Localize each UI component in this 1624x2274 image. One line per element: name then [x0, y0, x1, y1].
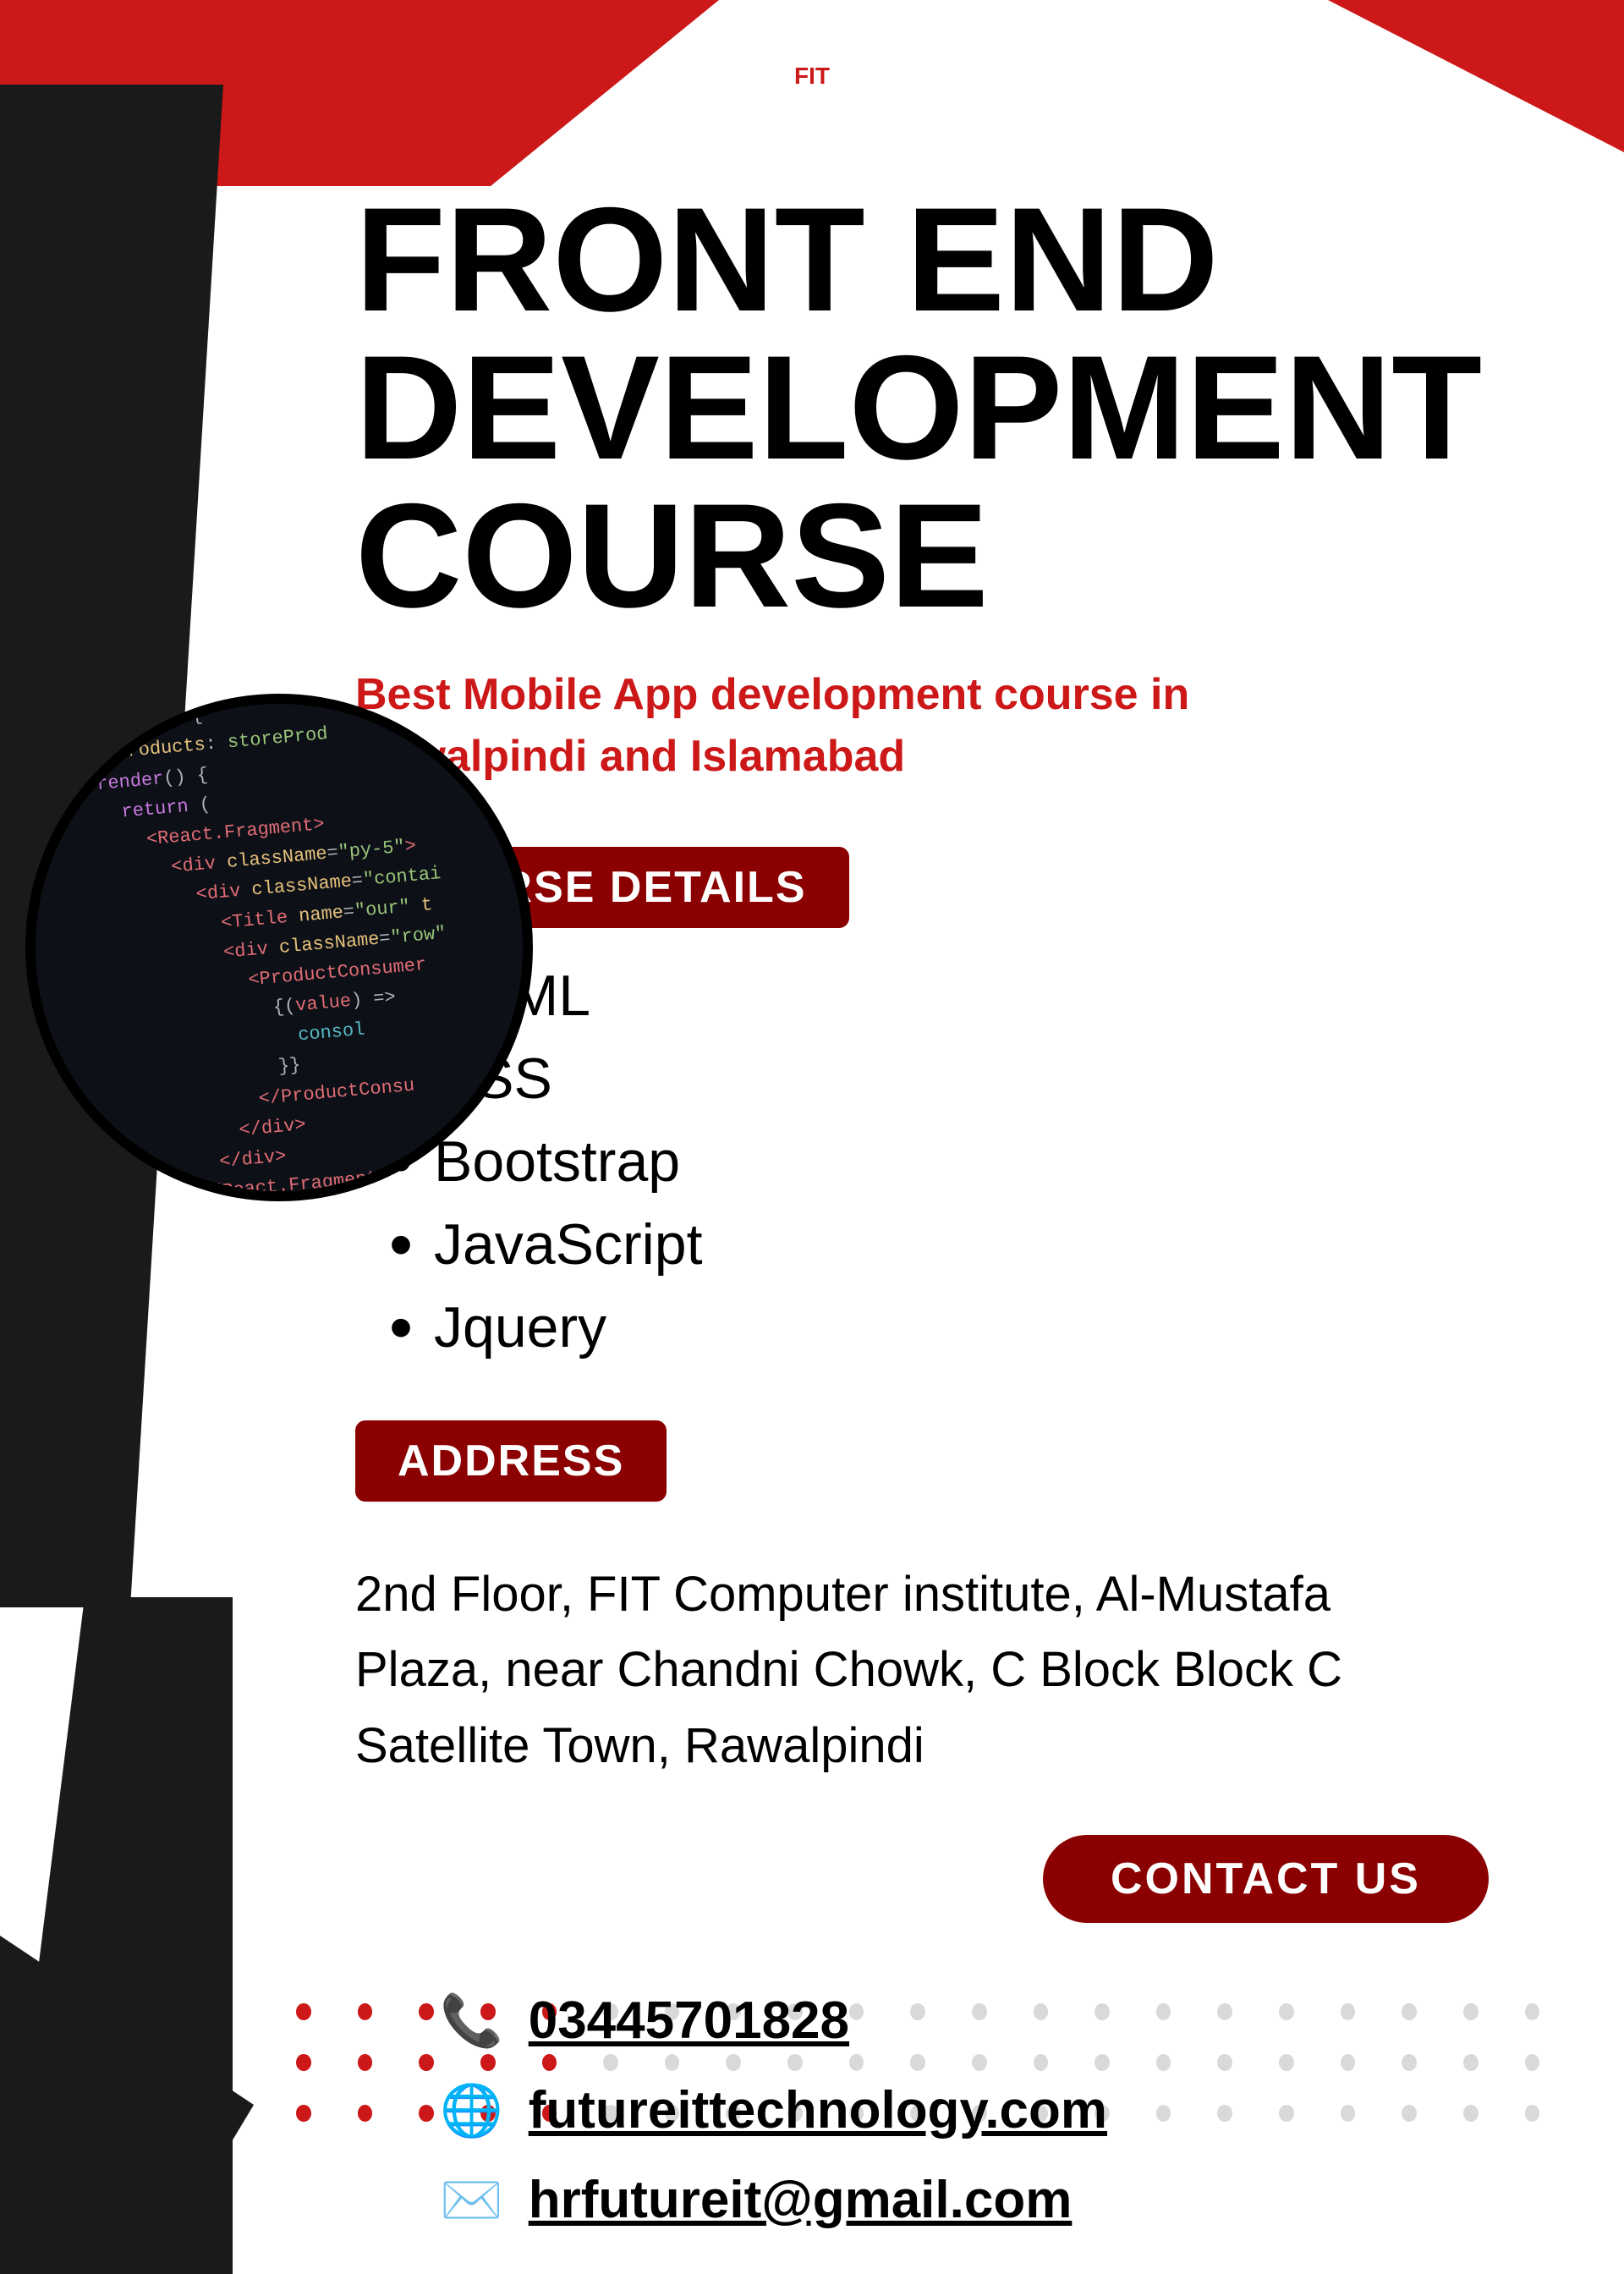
dot: [296, 2105, 311, 2122]
email-address[interactable]: hrfutureit@gmail.com: [529, 2170, 1073, 2230]
list-item: HTML: [389, 962, 1573, 1030]
code-preview-circle: react{ products: storeProd render() { re…: [25, 694, 533, 1201]
logo: FIT: [761, 25, 863, 127]
title-line3: COURSE: [355, 482, 1573, 630]
list-item-label: JavaScript: [434, 1211, 702, 1277]
website-row: 🌐 futureittechnology.com: [440, 2080, 1573, 2140]
list-item: JavaScript: [389, 1211, 1573, 1278]
course-title: FRONT END DEVELOPMENT COURSE: [355, 186, 1573, 630]
globe-icon: 🌐: [440, 2080, 503, 2140]
list-item-label: Jquery: [434, 1294, 606, 1360]
email-icon: ✉️: [440, 2170, 503, 2230]
contact-us-button[interactable]: CONTACT US: [1043, 1835, 1489, 1923]
dot: [296, 2003, 311, 2020]
logo-text: FIT: [794, 63, 830, 90]
contact-info: 📞 03445701828 🌐 futureittechnology.com ✉…: [355, 1991, 1573, 2230]
phone-icon: 📞: [440, 1991, 503, 2051]
address-section: ADDRESS 2nd Floor, FIT Computer institut…: [355, 1420, 1573, 1785]
dot: [296, 2054, 311, 2071]
main-content: FRONT END DEVELOPMENT COURSE Best Mobile…: [355, 186, 1573, 2260]
email-row: ✉️ hrfutureit@gmail.com: [440, 2170, 1573, 2230]
website-url[interactable]: futureittechnology.com: [529, 2080, 1107, 2140]
code-content: react{ products: storeProd render() { re…: [61, 694, 497, 1201]
address-text: 2nd Floor, FIT Computer institute, Al-Mu…: [355, 1557, 1455, 1785]
list-item: Jquery: [389, 1294, 1573, 1361]
address-badge: ADDRESS: [355, 1420, 667, 1502]
phone-number[interactable]: 03445701828: [529, 1991, 849, 2051]
list-item: Bootstrap: [389, 1128, 1573, 1195]
title-line2: DEVELOPMENT: [355, 334, 1573, 482]
title-line1: FRONT END: [355, 186, 1573, 334]
course-list: HTML CSS Bootstrap JavaScript Jquery: [389, 962, 1573, 1361]
contact-button-container: CONTACT US: [355, 1835, 1573, 1923]
list-item: CSS: [389, 1045, 1573, 1112]
phone-row: 📞 03445701828: [440, 1991, 1573, 2051]
course-subtitle: Best Mobile App development course in Ra…: [355, 664, 1370, 788]
